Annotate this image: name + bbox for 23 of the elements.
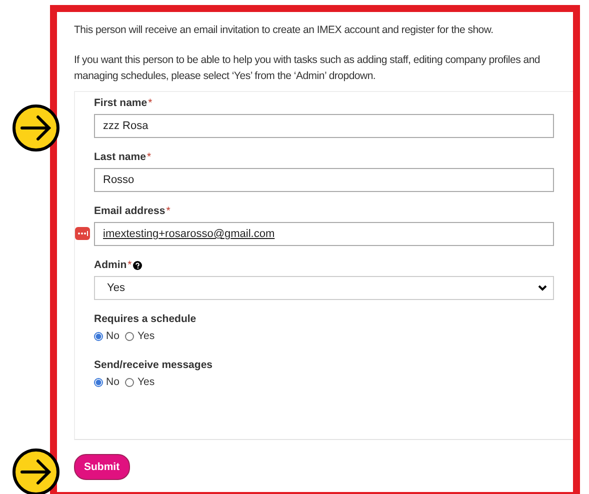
field-label: Send/receive messages — [94, 359, 212, 371]
radio-option[interactable]: No — [94, 330, 120, 342]
field-label: Admin — [94, 259, 127, 271]
required-mark: * — [146, 151, 152, 163]
chevron-down-icon — [538, 285, 547, 291]
text-input[interactable]: zzz Rosa — [94, 114, 554, 138]
radio-option[interactable]: Yes — [125, 376, 155, 388]
text-input[interactable]: Rosso — [94, 168, 554, 192]
text-input[interactable]: imextesting+rosarosso@gmail.com — [94, 222, 554, 246]
password-manager-icon[interactable] — [75, 227, 90, 240]
intro-text: This person will receive an email invitation to create an IMEX account and register for the show. — [74, 23, 494, 38]
required-mark: * — [128, 259, 132, 271]
field-label: Email address — [94, 205, 166, 217]
intro-text: If you want this person to be able to help you with tasks such as adding staff, editing company profiles and managing schedules, please select ‘Yes’ from the ‘Admin’ dropdown. — [74, 53, 542, 84]
required-mark: * — [148, 97, 152, 109]
admin-select[interactable]: Yes — [94, 276, 554, 300]
required-mark: * — [166, 205, 170, 217]
radio-option[interactable]: No — [94, 376, 120, 388]
field-label: Requires a schedule — [94, 313, 196, 325]
field-label: Last name — [94, 151, 146, 163]
radio-option[interactable]: Yes — [125, 330, 155, 342]
submit-button[interactable]: Submit — [74, 454, 130, 480]
field-label: First name — [94, 97, 148, 109]
